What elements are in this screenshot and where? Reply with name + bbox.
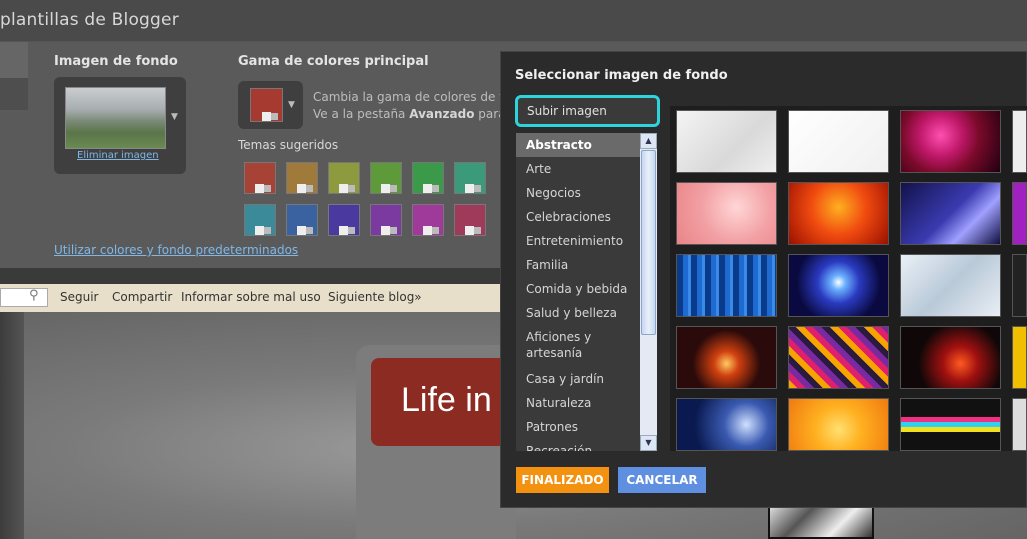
preview-edge [0,312,24,539]
theme-swatch[interactable] [412,204,444,236]
category-item[interactable]: Aficiones y artesanía [516,325,634,367]
theme-swatch[interactable] [370,204,402,236]
report-abuse-link[interactable]: Informar sobre mal uso [181,290,321,304]
category-item[interactable]: Recreación [516,439,657,451]
category-item[interactable]: Patrones [516,415,657,439]
gallery-image[interactable] [1012,326,1027,389]
search-icon[interactable]: ⚲ [29,288,39,303]
gallery-image[interactable] [900,398,1001,451]
theme-swatch[interactable] [328,204,360,236]
background-thumbnail[interactable] [65,87,166,149]
gallery-image[interactable] [1012,110,1027,173]
theme-swatch[interactable] [328,162,360,194]
upload-image-button[interactable]: Subir imagen [515,95,660,127]
blog-title: Life in [401,381,492,419]
gallery-image[interactable] [900,326,1001,389]
gallery-image[interactable] [900,182,1001,245]
gallery-image[interactable] [676,398,777,451]
category-item[interactable]: Entretenimiento [516,229,657,253]
done-button[interactable]: FINALIZADO [516,467,609,493]
category-item[interactable]: Abstracto [516,133,657,157]
search-input[interactable] [0,288,48,307]
category-item[interactable]: Familia [516,253,657,277]
theme-swatch[interactable] [454,204,486,236]
gallery-image[interactable] [900,254,1001,317]
category-item[interactable]: Naturaleza [516,391,657,415]
scroll-up-icon[interactable]: ▲ [640,133,657,149]
theme-swatch[interactable] [370,162,402,194]
gallery-image[interactable] [676,110,777,173]
dialog-title: Seleccionar imagen de fondo [515,68,728,83]
theme-swatch[interactable] [244,204,276,236]
gallery-image[interactable] [900,110,1001,173]
preview-image [768,505,874,539]
cancel-button[interactable]: CANCELAR [618,467,706,493]
color-section-title: Gama de colores principal [238,54,429,69]
gallery-image[interactable] [788,326,889,389]
gallery-image[interactable] [788,182,889,245]
app-title: plantillas de Blogger [0,10,179,30]
gallery-image[interactable] [788,110,889,173]
gallery-image[interactable] [1012,398,1027,451]
gallery-image[interactable] [788,254,889,317]
scrollbar-thumb[interactable] [641,150,656,335]
dropdown-arrow-icon[interactable]: ▼ [171,112,178,122]
gallery-image[interactable] [676,326,777,389]
category-item[interactable]: Casa y jardín [516,367,657,391]
follow-link[interactable]: Seguir [60,290,99,304]
theme-swatch[interactable] [286,162,318,194]
category-item[interactable]: Arte [516,157,657,181]
color-description: Cambia la gama de colores de t [313,90,504,104]
category-list: Abstracto Arte Negocios Celebraciones Entret… [516,133,657,451]
side-tab[interactable] [0,78,28,110]
category-item[interactable]: Negocios [516,181,657,205]
category-item[interactable]: Comida y bebida [516,277,657,301]
share-link[interactable]: Compartir [112,290,172,304]
use-defaults-link[interactable]: Utilizar colores y fondo predeterminados [54,243,298,257]
next-blog-link[interactable]: Siguiente blog» [328,290,422,304]
theme-swatch[interactable] [244,162,276,194]
main-color-swatch[interactable] [250,88,283,122]
gallery-image[interactable] [676,254,777,317]
gallery-image[interactable] [788,398,889,451]
remove-image-link[interactable]: Eliminar imagen [77,150,159,161]
suggested-themes-title: Temas sugeridos [238,138,339,152]
theme-swatch[interactable] [286,204,318,236]
scroll-down-icon[interactable]: ▼ [640,435,657,451]
image-gallery [670,106,1027,451]
background-section-title: Imagen de fondo [54,54,178,69]
dropdown-arrow-icon[interactable]: ▼ [288,100,295,110]
gallery-image[interactable] [1012,182,1027,245]
category-item[interactable]: Celebraciones [516,205,657,229]
theme-swatch[interactable] [454,162,486,194]
gallery-image[interactable] [1012,254,1027,317]
color-hint: Ve a la pestaña Avanzado para [313,107,506,121]
category-item[interactable]: Salud y belleza [516,301,657,325]
theme-swatch[interactable] [412,162,444,194]
gallery-image[interactable] [676,182,777,245]
side-tab[interactable] [0,42,28,78]
